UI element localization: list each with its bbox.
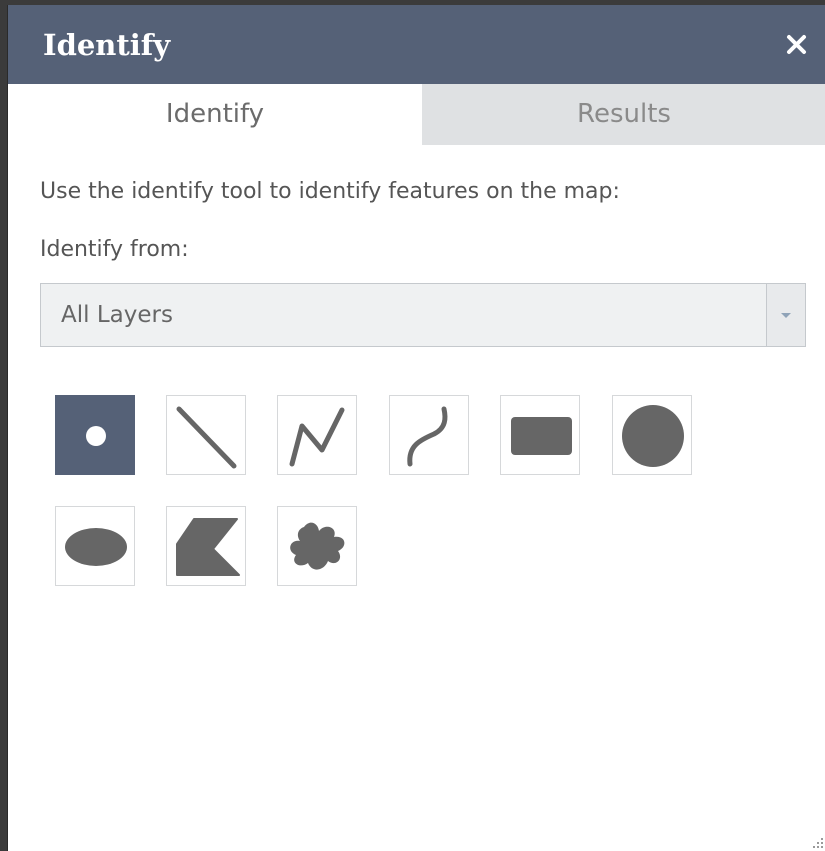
freehand-polygon-icon xyxy=(290,522,345,570)
polygon-tool-button[interactable] xyxy=(166,506,246,586)
chevron-down-icon xyxy=(781,313,791,318)
title-bar[interactable]: Identify xyxy=(8,5,825,84)
circle-tool-button[interactable] xyxy=(612,395,692,475)
point-icon xyxy=(86,426,106,446)
tab-bar: Identify Results xyxy=(8,84,825,145)
identify-from-label: Identify from: xyxy=(40,237,189,262)
ellipse-icon xyxy=(65,528,127,566)
polyline-icon xyxy=(289,407,345,467)
freehand-polygon-tool-button[interactable] xyxy=(277,506,357,586)
polygon-icon xyxy=(176,518,240,576)
tab-results[interactable]: Results xyxy=(422,84,825,145)
layer-select[interactable]: All Layers xyxy=(40,283,806,347)
close-icon xyxy=(787,35,806,54)
polyline-tool-button[interactable] xyxy=(277,395,357,475)
layer-select-value: All Layers xyxy=(61,302,173,328)
instructions-text: Use the identify tool to identify featur… xyxy=(40,179,620,204)
line-icon xyxy=(176,406,237,469)
identify-panel: Identify Identify Results Use the identi… xyxy=(7,5,825,851)
panel-title: Identify xyxy=(43,28,171,62)
rectangle-icon xyxy=(511,417,572,455)
line-tool-button[interactable] xyxy=(166,395,246,475)
point-tool-button[interactable] xyxy=(55,395,135,475)
freehand-polyline-tool-button[interactable] xyxy=(389,395,469,475)
ellipse-tool-button[interactable] xyxy=(55,506,135,586)
tab-identify[interactable]: Identify xyxy=(8,84,422,145)
resize-handle[interactable] xyxy=(810,835,824,849)
close-button[interactable] xyxy=(782,29,812,59)
freehand-polyline-icon xyxy=(407,406,448,467)
dropdown-button[interactable] xyxy=(766,284,805,346)
extent-tool-button[interactable] xyxy=(500,395,580,475)
circle-icon xyxy=(622,405,684,467)
resize-grip-icon xyxy=(813,838,823,848)
